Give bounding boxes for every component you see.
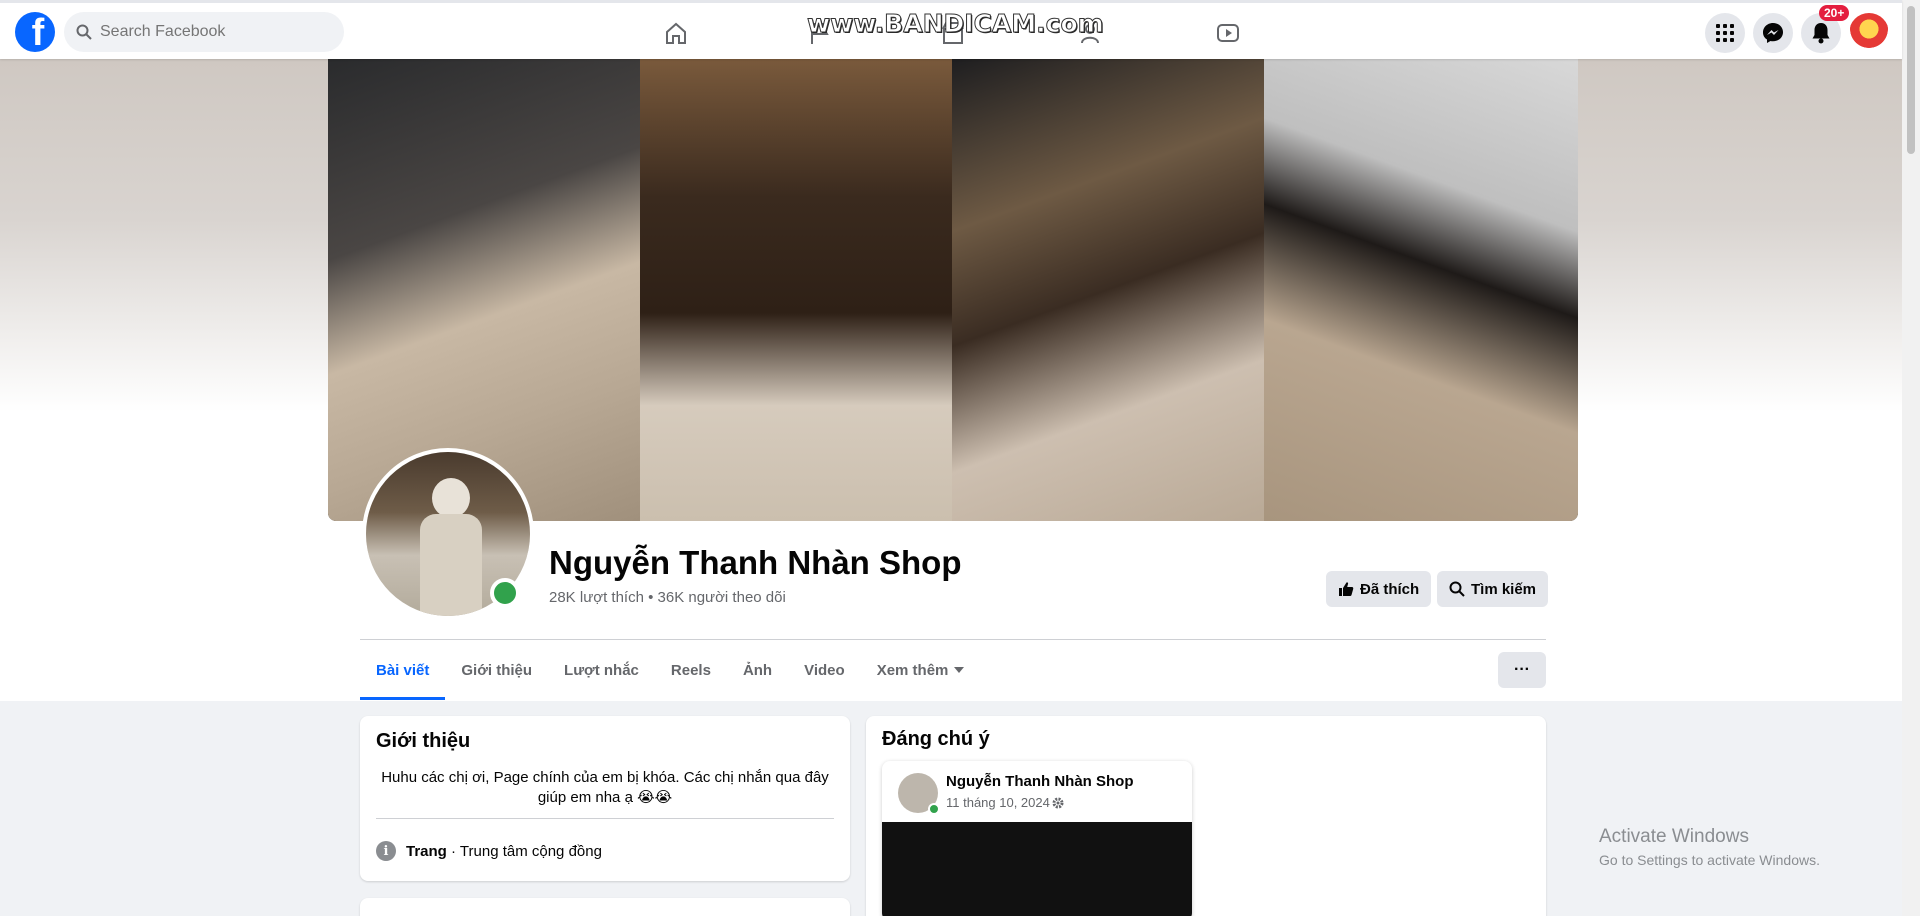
tab-label: Ảnh	[742, 661, 773, 679]
online-status-dot	[490, 578, 520, 608]
category-name: · Trung tâm cộng đồng	[446, 842, 602, 860]
tab-about[interactable]: Giới thiệu	[445, 640, 548, 700]
next-card	[360, 898, 850, 916]
post-media[interactable]	[882, 822, 1192, 916]
tab-photos[interactable]: Ảnh	[727, 640, 788, 700]
intro-title: Giới thiệu	[376, 730, 471, 752]
featured-title: Đáng chú ý	[882, 728, 990, 750]
home-icon[interactable]	[656, 13, 696, 53]
intro-divider	[376, 818, 834, 819]
account-avatar[interactable]	[1849, 13, 1889, 53]
liked-label: Đã thích	[1360, 580, 1420, 598]
page-scrollbar[interactable]	[1902, 0, 1920, 916]
search-icon	[76, 24, 92, 40]
info-icon: i	[376, 841, 396, 861]
scrollbar-thumb[interactable]	[1907, 6, 1915, 154]
tab-see-more[interactable]: Xem thêm	[861, 640, 981, 700]
category-type: Trang	[406, 842, 447, 860]
video-watch-icon[interactable]	[1208, 13, 1248, 53]
page-title: Nguyễn Thanh Nhàn Shop	[549, 544, 962, 581]
windows-activation-notice: Activate Windows Go to Settings to activ…	[1599, 826, 1820, 868]
post-author-name[interactable]: Nguyễn Thanh Nhàn Shop	[946, 773, 1134, 790]
search-icon	[1449, 581, 1465, 597]
tab-label: Lượt nhắc	[564, 661, 639, 679]
featured-card: Đáng chú ý Nguyễn Thanh Nhàn Shop 11 thá…	[866, 716, 1546, 916]
more-options-button[interactable]: ···	[1498, 652, 1546, 688]
intro-category-row: i Trang · Trung tâm cộng đồng	[376, 841, 602, 861]
post-date[interactable]: 11 tháng 10, 2024	[946, 795, 1064, 810]
search-input[interactable]	[100, 23, 320, 41]
tab-posts[interactable]: Bài viết	[360, 640, 446, 700]
caret-down-icon	[954, 667, 965, 673]
intro-card: Giới thiệu Huhu các chị ơi, Page chính c…	[360, 716, 850, 881]
facebook-logo-icon[interactable]: f	[15, 12, 55, 52]
post-date-text: 11 tháng 10, 2024	[946, 795, 1050, 810]
tab-label: Bài viết	[376, 661, 430, 679]
search-box[interactable]	[64, 12, 344, 52]
top-navigation-bar: f www.BANDICAM.com 20+	[0, 0, 1902, 59]
notifications-badge: 20+	[1819, 5, 1850, 21]
tab-reels[interactable]: Reels	[655, 640, 727, 700]
tab-label: Reels	[670, 661, 711, 679]
intro-bio: Huhu các chị ơi, Page chính của em bị kh…	[381, 769, 829, 806]
page-search-button[interactable]: Tìm kiếm	[1437, 571, 1549, 607]
bandicam-watermark: www.BANDICAM.com	[807, 9, 1105, 39]
tab-mentions[interactable]: Lượt nhắc	[548, 640, 655, 700]
tab-label: Giới thiệu	[461, 661, 533, 679]
online-status-dot	[928, 803, 940, 815]
tab-videos[interactable]: Video	[788, 640, 861, 700]
activate-title: Activate Windows	[1599, 826, 1749, 847]
featured-post[interactable]: Nguyễn Thanh Nhàn Shop 11 tháng 10, 2024	[882, 761, 1192, 916]
page-search-label: Tìm kiếm	[1471, 580, 1537, 598]
activate-subtitle: Go to Settings to activate Windows.	[1599, 852, 1820, 868]
liked-button[interactable]: Đã thích	[1326, 571, 1432, 607]
gear-icon	[1052, 797, 1064, 808]
profile-tabs: Bài viết Giới thiệu Lượt nhắc Reels Ảnh …	[360, 640, 980, 700]
page-stats: 28K lượt thích • 36K người theo dõi	[549, 589, 786, 606]
tab-label: Video	[804, 661, 845, 679]
thumbs-up-icon	[1339, 582, 1354, 596]
tab-label: Xem thêm	[876, 661, 949, 679]
messenger-icon[interactable]	[1753, 13, 1793, 53]
menu-grid-icon[interactable]	[1705, 13, 1745, 53]
notifications-bell-icon[interactable]: 20+	[1801, 5, 1850, 53]
